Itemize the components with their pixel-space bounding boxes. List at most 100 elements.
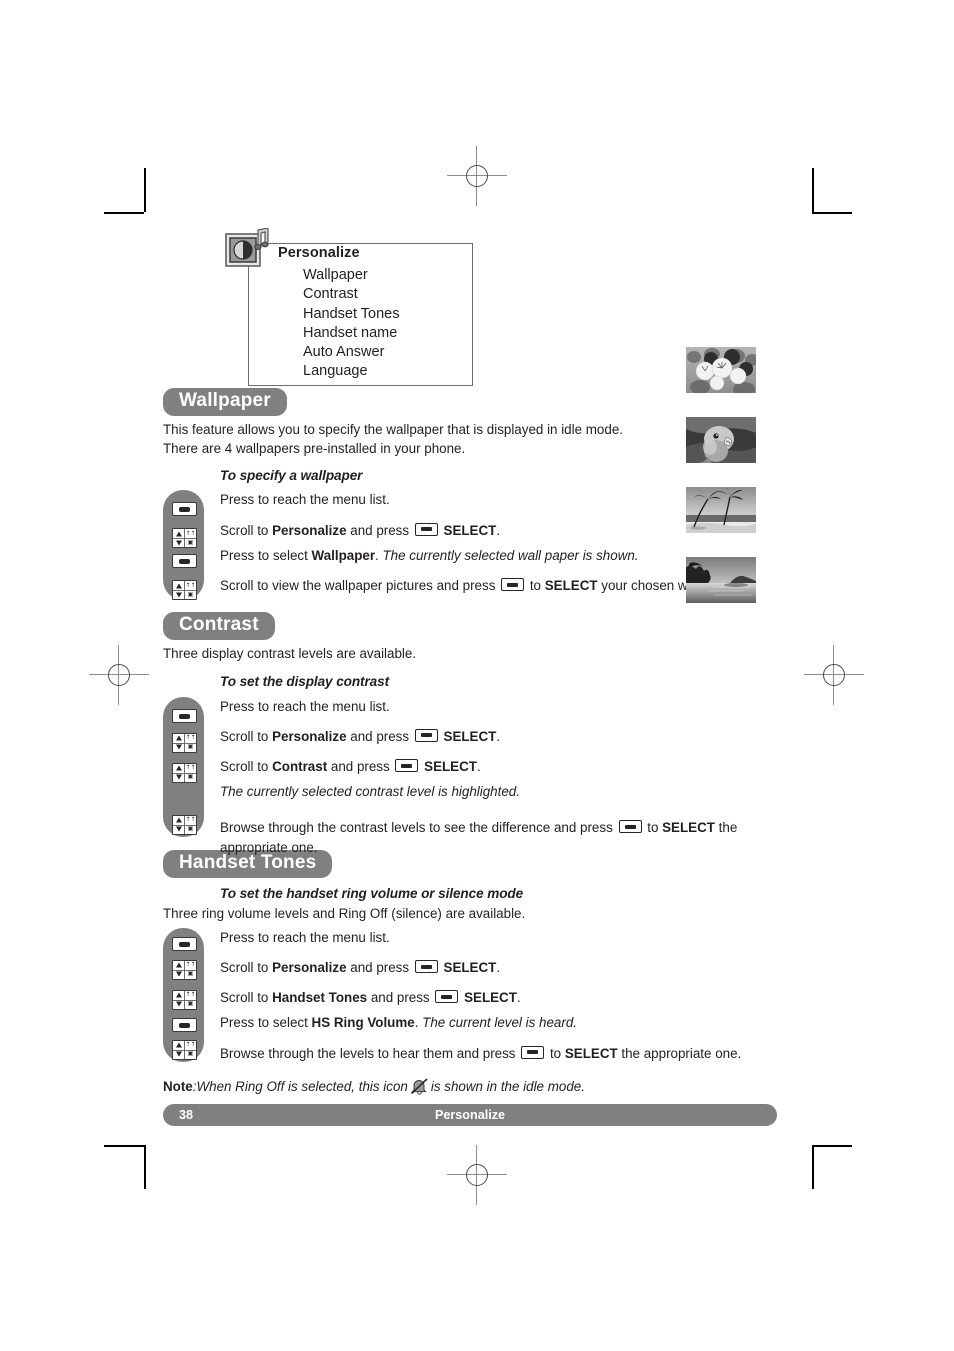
contrast-key-column: ↑↑ ▣ ↑↑ ▣ ↑↑ ▣ [163,696,204,837]
select-key-icon[interactable] [172,936,197,951]
wallpaper-intro-line2: There are 4 wallpapers pre-installed in … [163,441,466,457]
scroll-key-icon[interactable]: ↑↑ ▣ [172,959,197,980]
ring-off-note: Note:When Ring Off is selected, this ico… [163,1077,777,1096]
handset-tones-steps: ↑↑ ▣ ↑↑ ▣ ↑↑ ▣ Press to reach the menu l… [163,927,777,1068]
wallpaper-lake-island [686,557,756,603]
select-key-inline-icon[interactable] [414,728,438,742]
wallpaper-intro: This feature allows you to specify the w… [163,420,777,458]
step-emphasis: HS Ring Volume [311,1015,415,1031]
step-emphasis: Handset Tones [272,990,368,1006]
personalize-picture-note-icon [225,228,269,267]
step-text: Press to reach the menu list. [220,929,390,945]
step-text: Press to select [220,1015,312,1031]
registration-mark-right [804,645,864,705]
step-emphasis: SELECT [464,990,517,1006]
select-key-icon[interactable] [172,1017,197,1032]
step-text: Press to select [220,547,312,563]
step-text: and press [346,728,413,744]
wallpaper-key-column: ↑↑ ▣ ↑↑ ▣ [163,490,204,601]
step-text: Scroll to [220,960,273,976]
step-emphasis: Personalize [272,960,347,976]
registration-mark-left [89,645,149,705]
step-emphasis: Personalize [272,728,347,744]
menu-item-language[interactable]: Language [303,362,399,381]
select-key-inline-icon[interactable] [618,820,642,834]
step-text: and press [346,522,413,538]
step-text: . [476,759,481,775]
step-text: Scroll to view the wallpaper pictures an… [220,578,500,594]
step-item: Scroll to Handset Tones and press SELECT… [220,988,777,1007]
handset-tones-step-list: Press to reach the menu list. Scroll to … [163,928,777,1063]
select-key-inline-icon[interactable] [395,759,419,773]
contrast-step-list: Press to reach the menu list. Scroll to … [163,697,777,857]
select-key-inline-icon[interactable] [435,990,459,1004]
menu-title: Personalize [278,245,360,261]
step-emphasis: SELECT [564,1045,618,1061]
registration-mark-top [447,146,507,206]
step-item: Press to reach the menu list. [220,928,777,947]
crop-mark-bottom-left [104,1145,150,1191]
step-text: Browse through the levels to hear them a… [220,1045,520,1061]
wallpaper-step-list: Press to reach the menu list. Scroll to … [163,490,777,595]
scroll-key-icon[interactable]: ↑↑ ▣ [172,1039,197,1060]
select-key-icon[interactable] [172,502,197,517]
step-item: Browse through the contrast levels to se… [220,818,777,856]
handset-tones-key-column: ↑↑ ▣ ↑↑ ▣ ↑↑ ▣ [163,927,204,1062]
scroll-key-icon[interactable]: ↑↑ ▣ [172,989,197,1010]
scroll-key-icon[interactable]: ↑↑ ▣ [172,732,197,753]
note-text-before: :When Ring Off is selected, this icon [192,1078,408,1094]
wallpaper-palm-beach [686,487,756,533]
step-item: Browse through the levels to hear them a… [220,1044,777,1063]
step-text: Press to reach the menu list. [220,492,390,508]
note-label: Note [163,1078,193,1094]
step-text: and press [346,960,413,976]
select-key-inline-icon[interactable] [414,522,438,536]
step-item: The currently selected contrast level is… [220,782,777,801]
scroll-key-icon[interactable]: ↑↑ ▣ [172,762,197,783]
step-text: . [496,522,501,538]
scroll-key-icon[interactable]: ↑↑ ▣ [172,814,197,835]
step-text: to [526,578,545,594]
step-text: Browse through the contrast levels to se… [220,820,617,836]
step-emphasis: SELECT [544,578,598,594]
select-key-inline-icon[interactable] [414,960,438,974]
wallpaper-intro-line1: This feature allows you to specify the w… [163,422,623,437]
section-title-contrast: Contrast [163,612,275,641]
wallpaper-steps: ↑↑ ▣ ↑↑ ▣ Press to reach the menu list. … [163,490,777,608]
step-item: Press to select HS Ring Volume. The curr… [220,1013,777,1032]
step-text: Scroll to [220,728,273,744]
select-key-icon[interactable] [172,554,197,569]
scroll-key-icon[interactable]: ↑↑ ▣ [172,528,197,549]
contrast-steps: ↑↑ ▣ ↑↑ ▣ ↑↑ ▣ Press to reach the menu l… [163,696,777,855]
step-emphasis: Personalize [272,522,347,538]
select-key-icon[interactable] [172,708,197,723]
menu-item-handset-tones[interactable]: Handset Tones [303,305,399,324]
wallpaper-parrot [686,417,756,463]
select-key-inline-icon[interactable] [501,578,525,592]
scroll-key-icon[interactable]: ↑↑ ▣ [172,580,197,601]
step-emphasis: SELECT [443,960,497,976]
menu-item-handset-name[interactable]: Handset name [303,324,399,343]
crop-mark-top-left [104,168,150,214]
step-text: and press [327,759,394,775]
step-emphasis: SELECT [424,759,477,775]
step-item: Scroll to Personalize and press SELECT. [220,727,777,746]
step-text: Scroll to [220,759,273,775]
step-italic-note: The currently selected wall paper is sho… [382,547,639,563]
select-key-inline-icon[interactable] [521,1045,545,1059]
step-emphasis: Wallpaper [311,547,376,563]
section-header-contrast: Contrast [163,612,777,641]
wallpaper-thumbnail-strip [686,347,756,627]
step-text: to [643,820,663,836]
handset-tones-intro-line1: Three ring volume levels and Ring Off (s… [163,905,526,921]
contrast-intro: Three display contrast levels are availa… [163,644,777,663]
menu-item-auto-answer[interactable]: Auto Answer [303,343,399,362]
contrast-subheading: To set the display contrast [220,673,390,689]
step-item: Scroll to Contrast and press SELECT. [220,757,777,776]
footer-section-name: Personalize [435,1108,505,1122]
section-header-wallpaper: Wallpaper [163,388,777,416]
ring-off-bell-icon [410,1078,428,1095]
menu-item-wallpaper[interactable]: Wallpaper [303,266,399,285]
contrast-intro-line1: Three display contrast levels are availa… [163,646,417,662]
menu-item-contrast[interactable]: Contrast [303,285,399,304]
